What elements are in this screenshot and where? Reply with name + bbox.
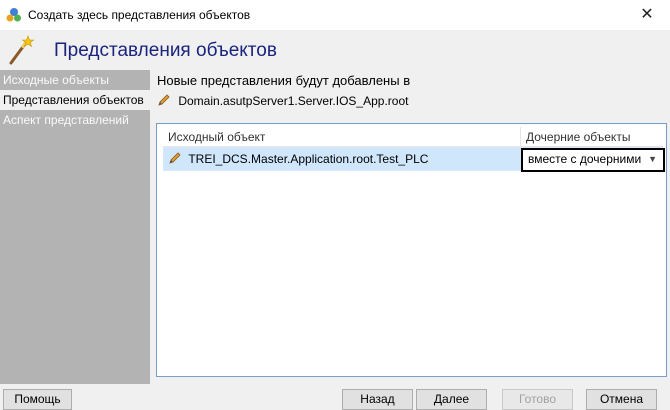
sidebar-item-object-views[interactable]: Представления объектов [0,90,150,110]
back-button[interactable]: Назад [342,389,413,410]
wizard-header: Представления объектов [0,30,670,70]
children-dropdown[interactable]: вместе с дочерними ▼ [521,148,665,172]
object-pencil-icon [158,94,170,106]
column-header-source[interactable]: Исходный объект [168,130,265,144]
sidebar-item-source-objects[interactable]: Исходные объекты [0,70,150,90]
object-pencil-icon [169,152,181,164]
wizard-steps-sidebar: Исходные объекты Представления объектов … [0,70,150,384]
finish-button[interactable]: Готово [502,389,573,410]
close-button[interactable]: ✕ [624,0,670,30]
page-title: Представления объектов [54,40,277,61]
next-button[interactable]: Далее [416,389,487,410]
target-path-row: Domain.asutpServer1.Server.IOS_App.root [157,93,408,111]
source-object-name: TREI_DCS.Master.Application.root.Test_PL… [188,152,429,166]
close-icon: ✕ [640,6,654,23]
main-panel: Новые представления будут добавлены в Do… [150,70,670,384]
source-object-cell: TREI_DCS.Master.Application.root.Test_PL… [168,151,428,166]
children-dropdown-value: вместе с дочерними [528,152,642,166]
cancel-button[interactable]: Отмена [586,389,657,410]
objects-grid: Исходный объект Дочерние объекты TREI_DC… [156,123,667,377]
magic-wand-icon [9,35,35,65]
table-row[interactable]: TREI_DCS.Master.Application.root.Test_PL… [163,147,665,172]
grid-header: Исходный объект Дочерние объекты [163,127,663,147]
chevron-down-icon: ▼ [648,154,657,164]
sidebar-item-views-aspect[interactable]: Аспект представлений [0,110,150,130]
intro-text: Новые представления будут добавлены в [157,73,411,88]
help-button[interactable]: Помощь [3,389,72,410]
column-header-children[interactable]: Дочерние объекты [526,130,630,144]
window-title: Создать здесь представления объектов [28,8,251,22]
column-separator[interactable] [520,127,521,147]
wizard-footer: Помощь Назад Далее Готово Отмена [0,384,670,410]
object-view-app-icon [6,8,21,22]
target-path: Domain.asutpServer1.Server.IOS_App.root [178,94,409,108]
title-bar: Создать здесь представления объектов ✕ [0,0,670,30]
